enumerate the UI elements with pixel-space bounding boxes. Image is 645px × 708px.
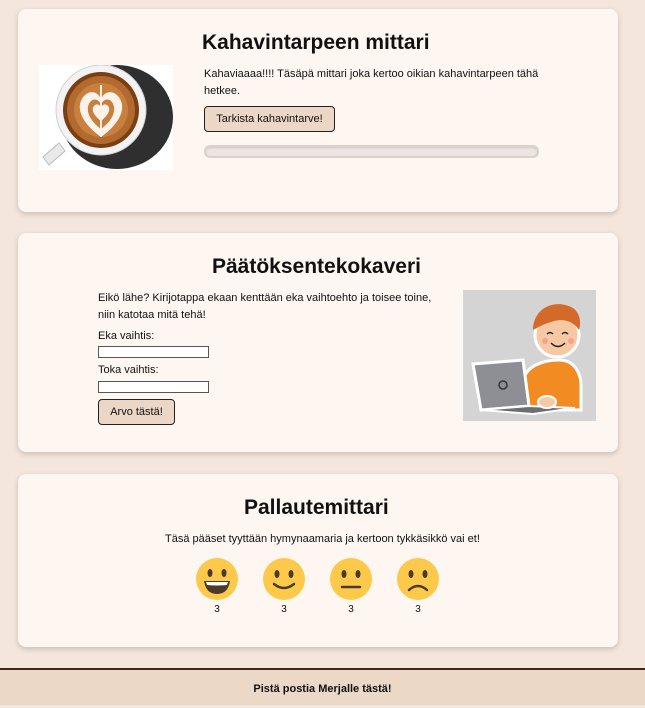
feedback-meter-title: Pallautemittari <box>244 496 389 519</box>
option1-label: Eka vaihtis: <box>98 330 155 342</box>
draw-decision-button[interactable]: Arvo tästä! <box>98 399 175 425</box>
coffee-meter-title: Kahavintarpeen mittari <box>202 31 430 54</box>
feedback-face-2[interactable]: 3 <box>261 557 307 615</box>
coffee-meter-card: Kahavintarpeen mittari Kahaviaaaa!!!! Tä… <box>18 9 618 212</box>
neutral-face-icon[interactable] <box>329 557 373 601</box>
decision-helper-description: Eikö lähe? Kirijotappa ekaan kenttään ek… <box>98 292 432 321</box>
latte-art-image <box>39 65 173 170</box>
feedback-face-1[interactable]: 3 <box>194 557 240 615</box>
smiling-face-icon[interactable] <box>262 557 306 601</box>
feedback-face-4[interactable]: 3 <box>395 557 441 615</box>
option1-input[interactable] <box>98 346 209 358</box>
footer-contact-link[interactable]: Pistä postia Merjalle tästä! <box>253 683 391 695</box>
feedback-meter-description: Täsä pääset tyyttään hymynaamaria ja ker… <box>165 533 480 545</box>
boy-with-laptop-image <box>463 290 596 421</box>
option2-label: Toka vaihtis: <box>98 364 159 376</box>
coffee-need-progress-bar <box>204 145 539 158</box>
coffee-meter-description: Kahaviaaaa!!!! Täsäpä mittari joka kerto… <box>204 68 539 97</box>
frowning-face-icon[interactable] <box>396 557 440 601</box>
feedback-count-3: 3 <box>348 604 354 615</box>
feedback-face-3[interactable]: 3 <box>328 557 374 615</box>
decision-helper-card: Päätöksentekokaveri Eikö lähe? Kirijotap… <box>18 233 618 452</box>
feedback-meter-card: Pallautemittari Täsä pääset tyyttään hym… <box>18 474 618 647</box>
feedback-count-1: 3 <box>214 604 220 615</box>
grinning-face-icon[interactable] <box>195 557 239 601</box>
check-coffee-need-button[interactable]: Tarkista kahavintarve! <box>204 106 335 132</box>
decision-helper-title: Päätöksentekokaveri <box>212 255 421 278</box>
feedback-count-4: 3 <box>415 604 421 615</box>
feedback-count-2: 3 <box>281 604 287 615</box>
option2-input[interactable] <box>98 381 209 393</box>
footer: Pistä postia Merjalle tästä! <box>0 668 645 705</box>
